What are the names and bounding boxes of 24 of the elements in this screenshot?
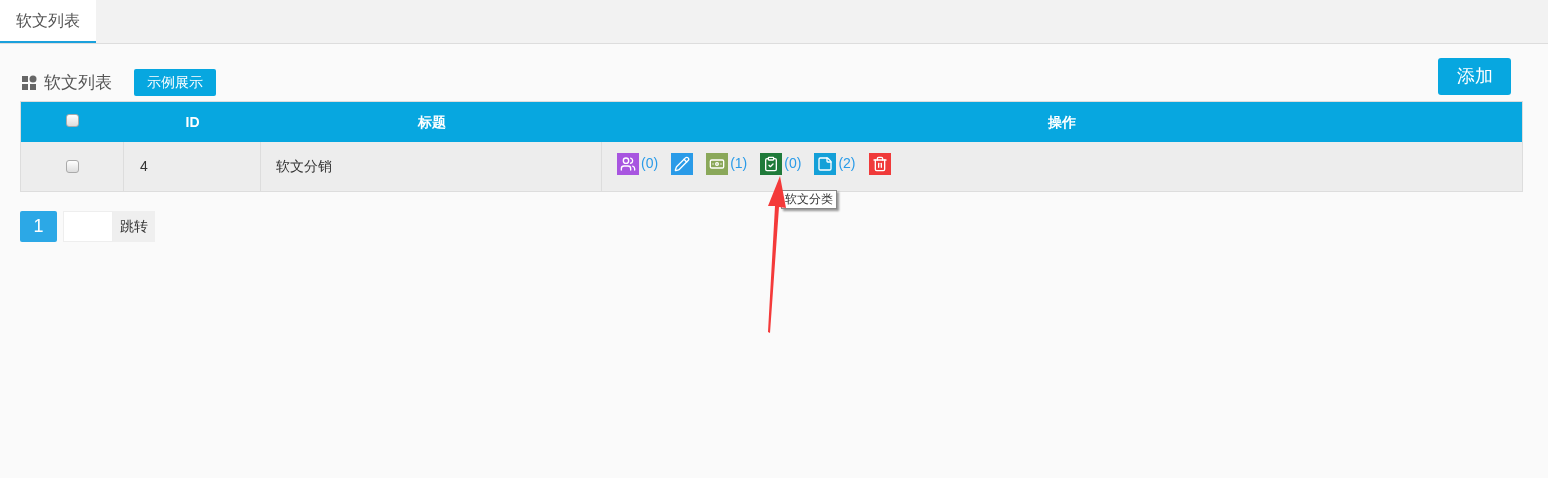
demo-button[interactable]: 示例展示 — [134, 69, 216, 96]
table-cell-text: 4 — [140, 157, 148, 176]
note-icon[interactable] — [814, 153, 837, 175]
count-link[interactable]: (0) — [784, 152, 802, 174]
count-link[interactable]: (1) — [730, 152, 748, 174]
jump-button[interactable]: 跳转 — [113, 211, 155, 242]
clipboard-icon[interactable] — [760, 153, 783, 175]
page-button[interactable]: 1 — [20, 211, 57, 242]
trash-icon[interactable] — [868, 153, 891, 175]
checkbox[interactable] — [65, 160, 79, 173]
column-header: 操作 — [1048, 112, 1076, 132]
column-header: 标题 — [417, 112, 446, 132]
count-link[interactable]: (2) — [838, 152, 856, 174]
grid-icon — [22, 74, 38, 91]
count-link[interactable]: (0) — [641, 152, 659, 174]
banknote-icon[interactable] — [706, 153, 729, 175]
add-button[interactable]: 添加 — [1438, 58, 1511, 95]
pencil-icon[interactable] — [671, 153, 694, 175]
users-icon[interactable] — [617, 153, 639, 175]
panel-title: 软文列表 — [44, 71, 112, 94]
table-cell-text: 软文分销 — [276, 157, 332, 176]
tab[interactable]: 软文列表 — [0, 0, 96, 43]
column-header: ID — [185, 112, 200, 132]
checkbox[interactable] — [66, 114, 79, 127]
